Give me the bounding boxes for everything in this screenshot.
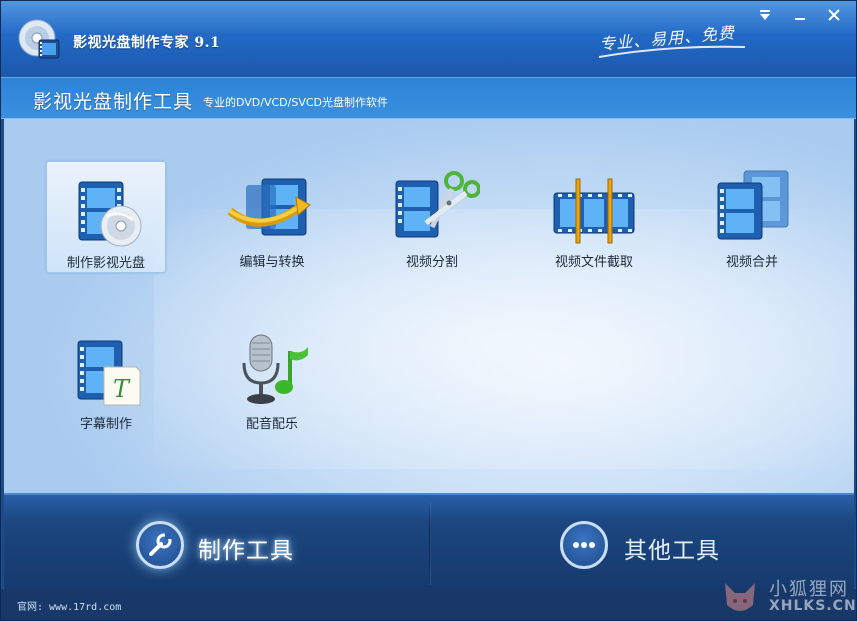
app-logo-icon	[18, 19, 60, 59]
chevron-down-icon	[760, 10, 770, 20]
film-scissors-icon	[395, 171, 480, 238]
film-disc-icon	[78, 181, 142, 247]
tool-label: 制作影视光盘	[66, 256, 145, 271]
minimize-icon	[795, 18, 805, 20]
microphone-music-icon	[242, 334, 308, 404]
menu-dropdown-button[interactable]	[753, 5, 777, 25]
tool-subtitle[interactable]: T 字幕制作	[46, 323, 166, 435]
slogan-swoosh-decoration	[598, 45, 746, 58]
ellipsis-icon	[560, 521, 608, 569]
tab-label: 制作工具	[198, 538, 294, 564]
tool-label: 配音配乐	[245, 417, 298, 432]
tab-label: 其他工具	[624, 538, 720, 564]
tool-label: 视频文件截取	[554, 255, 633, 270]
film-subtitle-icon: T	[77, 340, 141, 406]
minimize-button[interactable]	[788, 5, 812, 25]
section-header: 影视光盘制作工具 专业的DVD/VCD/SVCD光盘制作软件	[1, 77, 856, 119]
tab-divider	[429, 503, 431, 585]
film-merge-icon	[717, 170, 789, 240]
film-clip-icon	[553, 178, 635, 244]
watermark-en: XHLKS.CN	[769, 598, 857, 614]
title-bar[interactable]: 影视光盘制作专家 9.1 专业、易用、免费	[1, 1, 856, 77]
tool-video-clip[interactable]: 视频文件截取	[534, 161, 654, 273]
tool-make-disc[interactable]: 制作影视光盘	[46, 161, 166, 273]
tool-grid: 制作影视光盘 编辑与转换 视频分割 视频文件截取 视频合并 T 字幕制作 配音配…	[4, 119, 854, 493]
wrench-icon	[136, 521, 184, 569]
section-title: 影视光盘制作工具	[33, 91, 194, 113]
tool-label: 字幕制作	[79, 417, 132, 432]
tool-label: 视频合并	[725, 255, 778, 270]
app-window: 影视光盘制作专家 9.1 专业、易用、免费 影视光盘制作工具 专业的DVD/VC…	[0, 0, 857, 621]
tool-label: 视频分割	[405, 255, 458, 270]
tool-label: 编辑与转换	[239, 255, 305, 270]
tool-video-merge[interactable]: 视频合并	[692, 161, 812, 273]
close-button[interactable]	[822, 5, 846, 25]
section-description: 专业的DVD/VCD/SVCD光盘制作软件	[203, 96, 389, 109]
tool-video-split[interactable]: 视频分割	[372, 161, 492, 273]
tab-make-tools[interactable]: 制作工具	[124, 495, 424, 591]
window-title: 影视光盘制作专家 9.1	[73, 35, 221, 51]
close-icon	[828, 9, 840, 21]
tool-voice-music[interactable]: 配音配乐	[212, 323, 332, 435]
svg-text:T: T	[113, 375, 131, 403]
tool-edit-convert[interactable]: 编辑与转换	[212, 161, 332, 273]
film-convert-icon	[227, 178, 311, 236]
website-link[interactable]: 官网: www.17rd.com	[17, 598, 121, 613]
